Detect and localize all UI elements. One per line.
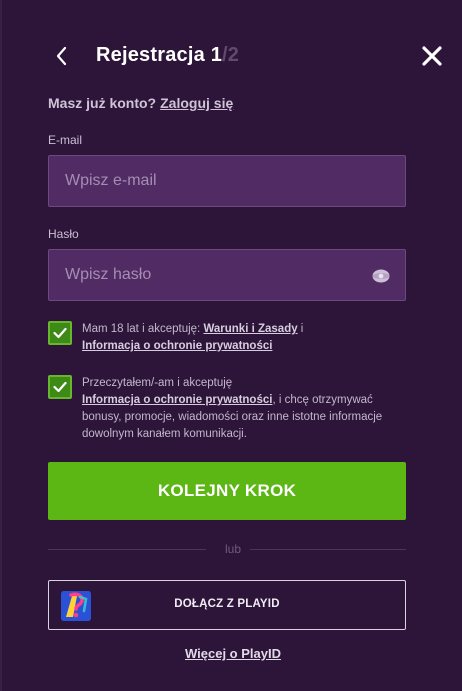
terms-text-mid: i <box>297 323 304 335</box>
terms-checkbox[interactable] <box>48 321 72 345</box>
checkmark-icon <box>53 327 67 339</box>
login-link[interactable]: Zaloguj się <box>160 95 233 111</box>
more-about-playid-link[interactable]: Więcej o PlayID <box>2 646 462 661</box>
divider-line-right <box>250 549 406 550</box>
email-label: E-mail <box>48 133 83 147</box>
next-step-button[interactable]: KOLEJNY KROK <box>48 462 406 520</box>
terms-text-before: Mam 18 lat i akceptuję: <box>82 323 204 335</box>
marketing-text: Przeczytałem/-am i akceptuję Informacja o… <box>82 375 408 443</box>
password-input[interactable] <box>49 250 405 300</box>
terms-link[interactable]: Warunki i Zasady <box>203 323 297 335</box>
password-label: Hasło <box>48 227 79 241</box>
playid-button-label: DOŁĄCZ Z PLAYID <box>174 598 280 610</box>
marketing-checkbox[interactable] <box>48 375 72 399</box>
marketing-privacy-link[interactable]: Informacja o ochronie prywatności <box>82 394 272 406</box>
registration-panel: Rejestracja 1/2 Masz już konto? Zaloguj s… <box>0 0 462 691</box>
back-button[interactable] <box>50 44 74 68</box>
page-title: Rejestracja 1/2 <box>96 44 239 67</box>
login-prompt-text: Masz już konto? <box>48 95 157 111</box>
chevron-left-icon <box>56 46 67 66</box>
login-prompt: Masz już konto? Zaloguj się <box>48 95 233 111</box>
email-field-wrapper <box>48 155 406 207</box>
playid-button[interactable]: DOŁĄCZ Z PLAYID <box>48 580 406 630</box>
title-step-total: /2 <box>222 44 240 66</box>
consent-marketing: Przeczytałem/-am i akceptuję Informacja o… <box>48 375 408 445</box>
email-input[interactable] <box>49 156 405 206</box>
eye-icon[interactable] <box>371 267 391 285</box>
password-field-wrapper <box>48 249 406 301</box>
consent-terms: Mam 18 lat i akceptuję: Warunki i Zasady… <box>48 321 408 357</box>
title-step: Rejestracja 1 <box>96 44 223 66</box>
close-button[interactable] <box>421 45 443 67</box>
marketing-text-before: Przeczytałem/-am i akceptuję <box>82 377 233 389</box>
terms-text: Mam 18 lat i akceptuję: Warunki i Zasady… <box>82 321 408 355</box>
checkmark-icon <box>53 381 67 393</box>
close-icon <box>422 46 442 66</box>
privacy-link[interactable]: Informacja o ochronie prywatności <box>82 340 272 352</box>
